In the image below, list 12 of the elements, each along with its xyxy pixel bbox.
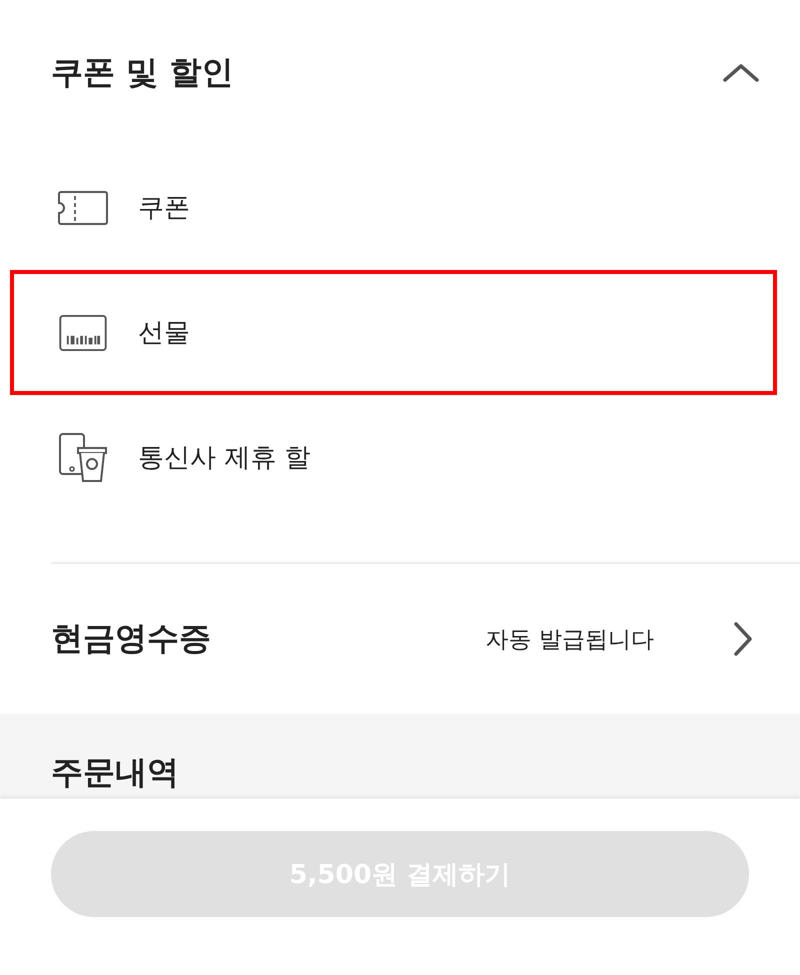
order-history-title: 주문내역 bbox=[51, 753, 179, 791]
cash-receipt-row[interactable]: 현금영수증 자동 발급됩니다 bbox=[0, 564, 800, 714]
coupon-section-header[interactable]: 쿠폰 및 할인 bbox=[0, 0, 800, 145]
ticket-icon bbox=[58, 190, 108, 226]
discount-option[interactable]: 통신사 제휴 할 bbox=[10, 395, 777, 520]
cash-receipt-status: 자동 발급됩니다 bbox=[486, 626, 654, 654]
barcode-card-icon bbox=[58, 314, 108, 350]
cash-receipt-title: 현금영수증 bbox=[51, 618, 212, 659]
discount-option[interactable]: 쿠폰 bbox=[10, 145, 777, 270]
phone-and-cup-icon bbox=[58, 432, 108, 482]
discount-option[interactable]: 선물 bbox=[10, 270, 777, 395]
chevron-right-icon bbox=[734, 622, 752, 656]
